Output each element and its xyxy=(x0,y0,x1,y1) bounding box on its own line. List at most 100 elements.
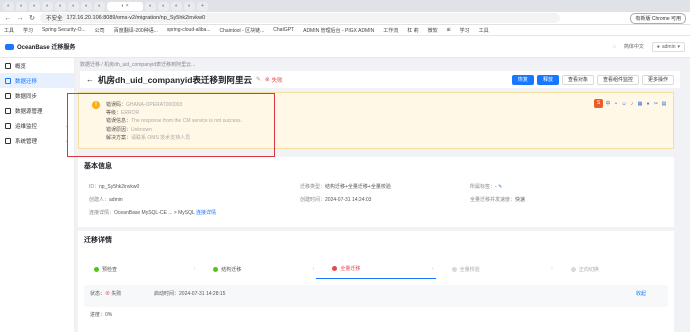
lang-toggle-icon[interactable]: 中 xyxy=(605,101,611,107)
bookmark-item[interactable]: ADMIN 管理后台 - PIGX ADMIN xyxy=(303,27,374,34)
step-schema[interactable]: 结构迁移 › xyxy=(197,266,316,273)
browser-tab[interactable]: ◐ xyxy=(171,1,182,11)
apps-icon[interactable]: ▤ xyxy=(661,101,667,107)
back-arrow-icon[interactable]: ← xyxy=(86,75,94,84)
bookmark-item[interactable]: 微软 xyxy=(428,27,438,34)
sidebar-item-migration[interactable]: 数据迁移 xyxy=(0,73,74,88)
browser-tab[interactable]: ◐ xyxy=(16,1,27,11)
info-creator: 创建人：admin xyxy=(89,197,123,203)
skin-icon[interactable]: ♦ xyxy=(645,101,651,107)
bookmark-item[interactable]: 公司 xyxy=(95,27,105,34)
system-icon xyxy=(5,137,11,144)
browser-tab[interactable]: ◐ xyxy=(145,1,156,11)
chrome-update-button[interactable]: 有新版 Chrome 可用 xyxy=(630,12,686,24)
sidebar: 概览 数据迁移 数据同步 数据源管理 运维监控 ⌄ 系统管理 ⌄ xyxy=(0,58,75,332)
reload-icon[interactable]: ↻ xyxy=(28,14,36,22)
step-status-panel: 状态：⊗ 失败 启动时间：2024-07-31 14:28:15 收起 xyxy=(84,285,668,307)
info-created: 创建时间：2024-07-31 14:24:03 xyxy=(300,197,372,203)
avatar: ● xyxy=(656,43,660,50)
status-badge: ⊗ 失败 xyxy=(265,76,283,84)
keyboard-icon[interactable]: ▦ xyxy=(637,101,643,107)
error-solution-line: 解决方案：请联系 OMS 技术支持人员 xyxy=(106,134,191,141)
bookmark-item[interactable]: 杠 莉 xyxy=(407,27,418,34)
migration-detail-title: 迁移详情 xyxy=(84,237,112,244)
info-type: 迁移类型：结构迁移+全量迁移+全量校验 xyxy=(300,184,391,190)
fail-icon xyxy=(332,266,338,271)
voice-icon[interactable]: ♪ xyxy=(629,101,635,107)
url-field[interactable]: 不安全 172.16.20.106:8089/oms-v2/migration/… xyxy=(40,13,560,23)
release-button[interactable]: 释放 xyxy=(536,74,559,85)
punctuation-icon[interactable]: • xyxy=(613,101,619,107)
sidebar-item-label: 概览 xyxy=(15,63,27,70)
new-tab-button[interactable]: + xyxy=(197,1,208,11)
basic-info-card: 基本信息 ID：np_Sy5hk2invkw0 迁移类型：结构迁移+全量迁移+全… xyxy=(78,157,674,227)
sidebar-item-label: 数据源管理 xyxy=(15,108,43,115)
collapse-link[interactable]: 收起 xyxy=(636,290,646,297)
chevron-right-icon: › xyxy=(431,265,434,272)
page-header: ← 机房dh_uid_companyid表迁移到阿里云 ✎ ⊗ 失败 恢复 释放 … xyxy=(80,71,680,88)
datasource-icon xyxy=(5,107,11,114)
sogou-input-icon[interactable]: S xyxy=(594,99,603,108)
bookmark-item[interactable]: 工具 xyxy=(479,27,489,34)
browser-tab[interactable]: ◐ xyxy=(42,1,53,11)
sidebar-item-datasource[interactable]: 数据源管理 xyxy=(0,103,74,118)
step-full-migration[interactable]: 全量迁移 › xyxy=(316,259,436,279)
language-switch[interactable]: 简体中文 xyxy=(624,43,644,50)
sidebar-item-monitor[interactable]: 运维监控 ⌄ xyxy=(0,118,74,133)
view-objects-button[interactable]: 查看对象 xyxy=(561,74,594,85)
monitor-icon xyxy=(5,122,11,129)
check-icon xyxy=(94,266,99,272)
browser-tab-active[interactable]: ◐ × xyxy=(107,1,143,11)
logo[interactable]: OceanBase 迁移服务 xyxy=(5,42,75,51)
step-precheck[interactable]: 预检查 › xyxy=(78,266,197,273)
browser-tab[interactable]: ◐ xyxy=(55,1,66,11)
bookmark-item[interactable]: 学习 xyxy=(460,27,470,34)
sync-icon xyxy=(5,92,11,99)
back-icon[interactable]: ← xyxy=(4,15,12,22)
user-menu[interactable]: ● admin ▾ xyxy=(651,41,685,52)
browser-tab[interactable]: ◐ xyxy=(29,1,40,11)
step-start-time: 启动时间：2024-07-31 14:28:15 xyxy=(154,291,226,297)
info-connection: 连接详情：OceanBase MySQL-CE ... > MySQL 连接详情 xyxy=(89,210,216,216)
app-header: OceanBase 迁移服务 ◌ 简体中文 ● admin ▾ xyxy=(0,36,690,58)
sidebar-item-system[interactable]: 系统管理 ⌄ xyxy=(0,133,74,148)
edit-icon[interactable]: ✎ xyxy=(256,76,261,83)
address-bar-row: ← → ↻ 不安全 172.16.20.106:8089/oms-v2/migr… xyxy=(0,12,690,25)
step-progress: 进度：0% xyxy=(90,312,113,318)
tools-icon[interactable]: ✂ xyxy=(653,101,659,107)
step-full-verify[interactable]: 全量校验 › xyxy=(436,266,555,273)
emoji-icon[interactable]: ☺ xyxy=(621,101,627,107)
bookmark-item[interactable]: 工具 xyxy=(4,27,14,34)
connection-detail-link[interactable]: 连接详情 xyxy=(196,210,216,216)
breadcrumb[interactable]: 数据迁移 / 机房dh_uid_companyid表迁移到阿里云... xyxy=(80,61,680,69)
sidebar-item-label: 系统管理 xyxy=(15,138,38,145)
chevron-down-icon: ⌄ xyxy=(64,137,69,144)
bookmark-item[interactable]: Chaintool - 区块链... xyxy=(220,27,265,34)
user-name: admin xyxy=(661,43,676,50)
component-monitor-button[interactable]: 查看组件监控 xyxy=(596,74,639,85)
browser-tab[interactable]: ◐ xyxy=(184,1,195,11)
sidebar-item-overview[interactable]: 概览 xyxy=(0,58,74,73)
bookmark-item[interactable]: spring-cloud-aliba... xyxy=(167,27,211,33)
notification-icon[interactable]: ◌ xyxy=(613,44,616,50)
bookmark-item[interactable]: Spring Security-O... xyxy=(42,27,86,33)
chevron-right-icon: › xyxy=(312,266,315,272)
bookmark-item[interactable]: 百度翻译-200种语... xyxy=(114,27,158,34)
logo-icon xyxy=(5,43,14,50)
bookmark-item[interactable]: 学习 xyxy=(23,27,33,34)
forward-icon[interactable]: → xyxy=(16,15,24,22)
logo-text: OceanBase 迁移服务 xyxy=(17,45,76,51)
sidebar-item-sync[interactable]: 数据同步 xyxy=(0,88,74,103)
resume-button[interactable]: 恢复 xyxy=(511,74,534,85)
step-switchover[interactable]: 正向切换 xyxy=(555,266,674,273)
bookmark-item[interactable]: 工作流 xyxy=(383,27,398,34)
edit-tag-icon[interactable]: ✎ xyxy=(498,184,502,190)
browser-tab[interactable]: ◐ xyxy=(68,1,79,11)
browser-tab[interactable]: ◐ xyxy=(3,1,14,11)
browser-tab[interactable]: ◐ xyxy=(158,1,169,11)
browser-tab[interactable]: ◐ xyxy=(81,1,92,11)
browser-tab[interactable]: ◐ xyxy=(94,1,105,11)
bookmark-item[interactable]: ai xyxy=(447,27,451,33)
more-actions-button[interactable]: 更多操作 xyxy=(641,74,674,85)
bookmark-item[interactable]: ChatGPT xyxy=(273,27,294,33)
